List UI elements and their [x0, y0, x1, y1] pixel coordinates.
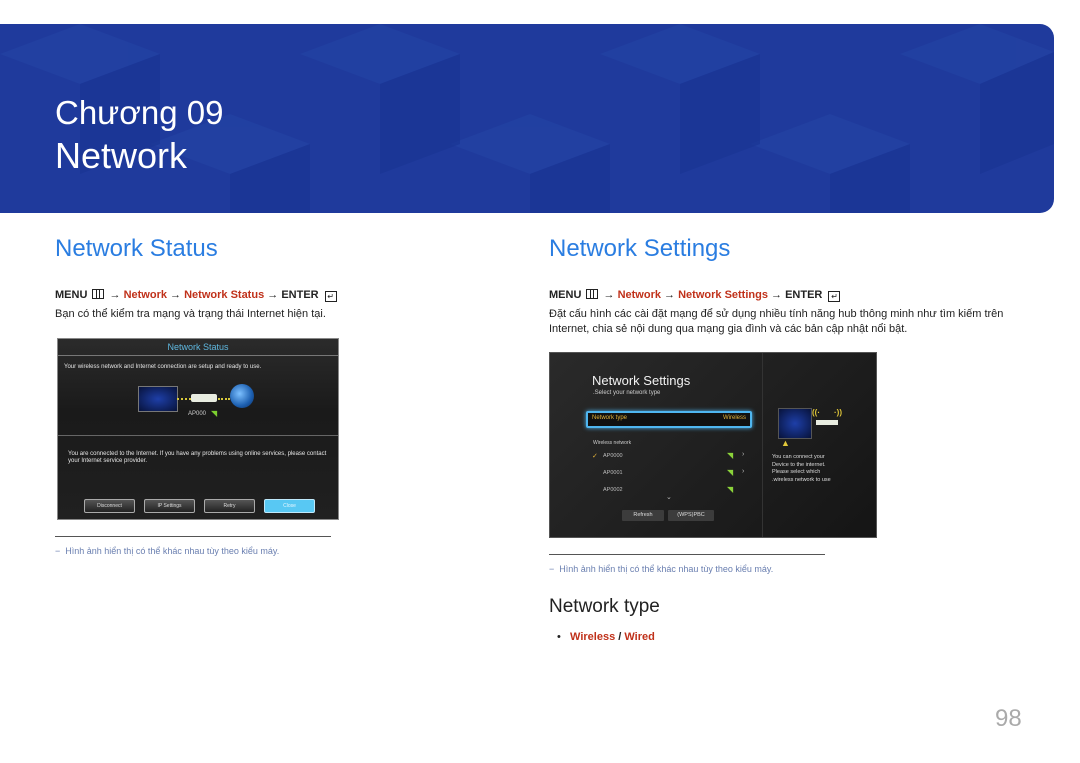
- ap-name: AP000: [188, 411, 207, 417]
- ns2-screen-title: Network Settings: [592, 373, 691, 388]
- arrow: →: [170, 289, 182, 301]
- panel-divider: [762, 353, 763, 537]
- option-wired: Wired: [624, 631, 655, 643]
- menu-label: MENU: [55, 289, 88, 301]
- help-line: Device to the internet.: [772, 461, 826, 468]
- retry-button[interactable]: Retry: [204, 499, 255, 513]
- note-divider: [549, 554, 825, 555]
- dash-icon: −: [549, 564, 560, 574]
- link-line: [177, 398, 191, 400]
- router-icon: [816, 420, 838, 425]
- network-name: AP0000: [603, 453, 623, 459]
- arrow: →: [603, 289, 615, 301]
- chapter-banner: Chương 09 Network: [0, 24, 1054, 213]
- menu-step-network: Network: [123, 289, 167, 301]
- network-settings-screenshot: Network Settings .Select your network ty…: [549, 352, 877, 538]
- arrow: →: [267, 289, 279, 301]
- network-type-options: • Wireless / Wired: [557, 631, 655, 643]
- network-status-screenshot: Network Status Your wireless network and…: [57, 338, 339, 520]
- option-wireless: Wireless: [570, 631, 616, 643]
- help-text: You can connect your Device to the inter…: [772, 454, 862, 484]
- tv-icon: [138, 386, 178, 412]
- wifi-icon: ◥: [211, 409, 218, 418]
- page-number: 98: [995, 705, 1022, 732]
- network-settings-heading: Network Settings: [549, 235, 731, 262]
- enter-label: ENTER: [785, 289, 823, 301]
- ns-screen-title: Network Status: [58, 339, 338, 356]
- help-line: Please select which: [772, 469, 821, 476]
- divider: [58, 435, 338, 436]
- option-separator: /: [615, 631, 625, 643]
- note-text: Hình ảnh hiển thị có thể khác nhau tùy t…: [559, 564, 774, 574]
- network-settings-menu-path: MENU → Network → Network Settings → ENTE…: [549, 289, 841, 302]
- network-settings-description: Đặt cấu hình các cài đặt mạng để sử dụng…: [549, 308, 1004, 335]
- chapter-number: Chương 09: [55, 94, 224, 131]
- menu-step-network-settings: Network Settings: [678, 289, 768, 301]
- network-type-selector[interactable]: Network type Wireless: [586, 411, 752, 428]
- checkmark-icon: ✓: [592, 453, 598, 460]
- enter-label: ENTER: [281, 289, 319, 301]
- wifi-cone-icon: ▲: [781, 438, 790, 448]
- network-status-note: − Hình ảnh hiển thị có thể khác nhau tùy…: [55, 546, 279, 556]
- globe-icon: [230, 384, 254, 408]
- menu-grid-icon: [92, 289, 105, 299]
- chevron-right-icon: ›: [742, 451, 745, 458]
- menu-step-network: Network: [617, 289, 661, 301]
- arrow: →: [771, 289, 783, 301]
- enter-icon: ↵: [324, 291, 337, 302]
- network-status-heading: Network Status: [55, 235, 218, 262]
- router-icon: [191, 394, 217, 402]
- bullet-icon: •: [557, 631, 571, 643]
- signal-waves-icon: ((·: [812, 408, 820, 417]
- network-status-description: Bạn có thể kiểm tra mạng và trạng thái I…: [55, 308, 326, 320]
- arrow: →: [664, 289, 676, 301]
- wireless-network-label: Wireless network: [593, 440, 632, 446]
- wps-pbc-button[interactable]: (WPS)PBC: [668, 510, 714, 521]
- help-line: You can connect your: [772, 454, 825, 460]
- signal-waves-icon: ·)): [834, 408, 842, 417]
- note-divider: [55, 536, 331, 537]
- network-list-item[interactable]: ✓ AP0000 ◥ ›: [590, 450, 748, 464]
- disconnect-button[interactable]: Disconnect: [84, 499, 135, 513]
- network-list-item[interactable]: AP0001 ◥ ›: [590, 467, 748, 481]
- tv-icon: [778, 408, 812, 439]
- ns2-subtitle: .Select your network type: [593, 390, 661, 396]
- chevron-down-icon[interactable]: ⌄: [666, 493, 672, 501]
- wifi-signal-icon: ◥: [727, 485, 734, 494]
- ip-settings-button[interactable]: IP Settings: [144, 499, 195, 513]
- close-button[interactable]: Close: [264, 499, 315, 513]
- ns-ready-message: Your wireless network and Internet conne…: [64, 364, 262, 370]
- menu-step-network-status: Network Status: [184, 289, 265, 301]
- network-type-heading: Network type: [549, 596, 660, 617]
- ns-connected-message: You are connected to the Internet. If yo…: [68, 451, 327, 464]
- chapter-title: Network: [55, 135, 188, 176]
- chevron-right-icon: ›: [742, 468, 745, 475]
- arrow: →: [109, 289, 121, 301]
- network-status-menu-path: MENU → Network → Network Status → ENTER …: [55, 289, 337, 302]
- menu-label: MENU: [549, 289, 582, 301]
- refresh-button[interactable]: Refresh: [622, 510, 664, 521]
- note-text: Hình ảnh hiển thị có thể khác nhau tùy t…: [65, 546, 280, 556]
- enter-icon: ↵: [828, 291, 841, 302]
- network-name: AP0001: [603, 470, 623, 476]
- network-name: AP0002: [603, 487, 623, 493]
- wifi-signal-icon: ◥: [727, 451, 734, 460]
- dash-icon: −: [55, 546, 66, 556]
- network-settings-note: − Hình ảnh hiển thị có thể khác nhau tùy…: [549, 564, 773, 574]
- help-line: .wireless network to use: [772, 476, 831, 483]
- menu-grid-icon: [586, 289, 599, 299]
- wifi-signal-icon: ◥: [727, 468, 734, 477]
- link-line: [218, 398, 230, 400]
- network-type-value: Wireless: [722, 415, 746, 421]
- network-type-label: Network type: [592, 415, 628, 421]
